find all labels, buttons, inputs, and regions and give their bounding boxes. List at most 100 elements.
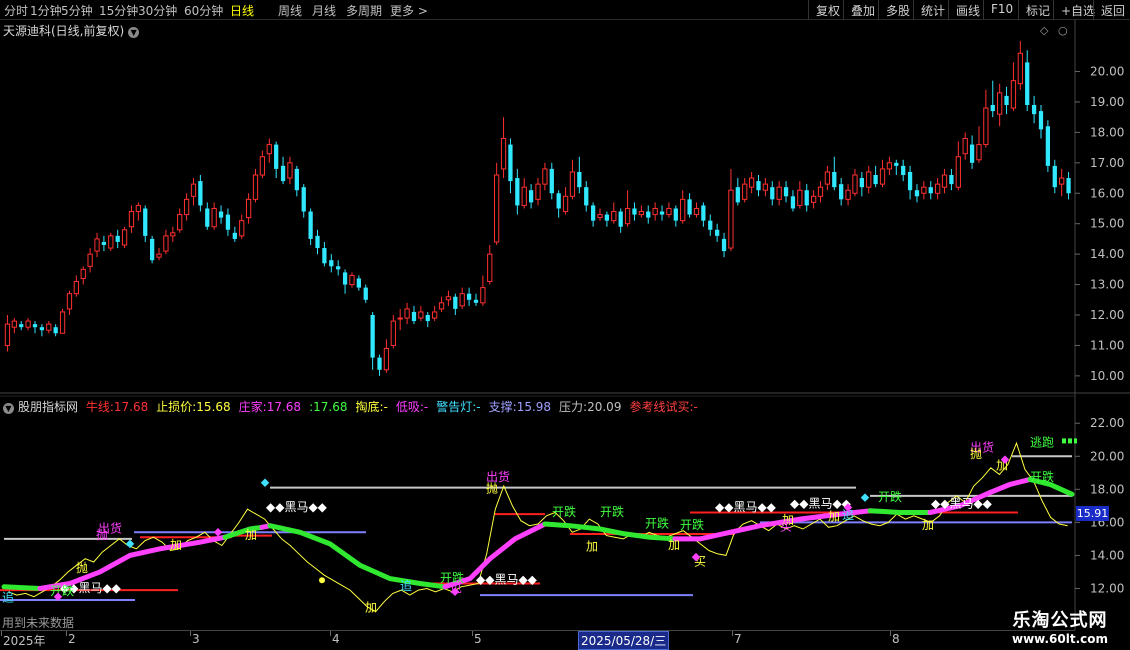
- candle-body: [4, 323, 11, 346]
- price-label: 10.00: [1090, 369, 1124, 383]
- signal-throw: 抛: [486, 481, 498, 496]
- signal-escape: 逃跑: [1030, 435, 1054, 449]
- indicator-field-7: 支撑:15.98: [489, 400, 555, 414]
- sub-price-label: 14.00: [1090, 548, 1124, 562]
- candle-body: [817, 186, 824, 197]
- candle-body: [432, 311, 438, 319]
- price-label: 20.00: [1090, 65, 1124, 79]
- candle-body: [308, 211, 313, 239]
- candle-body: [983, 107, 989, 146]
- indicator-field-label: 低吸:: [395, 400, 424, 414]
- candle-body: [170, 232, 176, 237]
- candle-body: [955, 156, 961, 188]
- candle-body: [735, 187, 740, 203]
- candle-body: [445, 296, 452, 301]
- signal-marker: [213, 528, 223, 537]
- candle-body: [701, 205, 706, 221]
- candle-body: [94, 238, 100, 252]
- signal-throw: 抛: [96, 527, 108, 542]
- candle-body: [500, 137, 507, 170]
- candle-body: [108, 235, 114, 249]
- candle-body: [128, 211, 135, 228]
- candle-body: [259, 156, 266, 176]
- candle-body: [156, 253, 162, 258]
- candle-body: [53, 327, 58, 334]
- candle-body: [894, 162, 899, 166]
- indicator-field-value: -: [476, 400, 481, 414]
- candle-body: [618, 211, 623, 227]
- trend-line-segment: [867, 508, 933, 515]
- signal-blackhorse: ◆◆黑马◆◆: [715, 500, 777, 514]
- indicator-field-9: 参考线试买:-: [629, 400, 701, 414]
- candle-body: [466, 293, 472, 300]
- signal-chase: 追: [400, 578, 412, 593]
- candle-body: [879, 168, 886, 185]
- candle-body: [322, 248, 327, 264]
- candle-body: [150, 238, 155, 261]
- candle-body: [1052, 165, 1057, 188]
- candle-body: [245, 198, 252, 219]
- candle-body: [873, 175, 878, 185]
- candle-body: [473, 299, 479, 303]
- indicator-field-3: :17.68: [309, 400, 351, 414]
- date-axis-tick: 7: [734, 632, 742, 646]
- sub-price-label: 20.00: [1090, 449, 1124, 463]
- date-axis-tick-mark: [330, 631, 331, 636]
- watermark-url: www.60lt.com: [1011, 632, 1109, 646]
- indicator-field-label: 庄家:: [238, 400, 267, 414]
- candle-body: [1038, 111, 1044, 130]
- candle-body: [941, 174, 948, 188]
- dropdown-icon[interactable]: ▼: [3, 403, 14, 414]
- candle-body: [990, 105, 995, 112]
- candle-body: [1045, 126, 1051, 166]
- candle-body: [301, 187, 306, 212]
- signal-mai: 买: [780, 520, 792, 534]
- candle-body: [418, 311, 424, 319]
- candle-body: [487, 253, 493, 283]
- candle-body: [205, 208, 210, 227]
- candle-body: [515, 178, 520, 206]
- date-axis-tick: 3: [192, 632, 200, 646]
- candle-body: [521, 186, 527, 206]
- candle-body: [797, 189, 803, 206]
- date-axis-tick: 2: [68, 632, 76, 646]
- candle-body: [721, 238, 727, 252]
- signal-blackhorse: ◆◆黑马◆◆: [931, 497, 993, 511]
- candle-body: [143, 208, 148, 236]
- candle-body: [949, 175, 954, 185]
- candle-body: [1010, 80, 1017, 109]
- candle-body: [708, 220, 713, 230]
- indicator-field-5: 低吸:-: [396, 400, 432, 414]
- escape-marker: [1068, 438, 1072, 444]
- date-axis-tick-mark: [732, 631, 733, 636]
- candle-body: [611, 211, 617, 222]
- price-label: 15.00: [1090, 217, 1124, 231]
- candle-body: [810, 195, 817, 203]
- date-axis: 2025年2345678: [0, 630, 1075, 650]
- candle-body: [39, 327, 45, 331]
- price-label: 11.00: [1090, 338, 1124, 352]
- candle-body: [453, 296, 458, 309]
- signal-marker: [860, 493, 870, 502]
- candle-body: [218, 211, 224, 218]
- candle-body: [121, 229, 128, 246]
- candle-body: [859, 178, 864, 188]
- candle-body: [349, 274, 355, 286]
- indicator-field-label: 参考线试买:: [629, 400, 694, 414]
- current-price-tag: 15.91: [1076, 506, 1109, 521]
- indicator-field-value: 15.68: [196, 400, 231, 414]
- candle-body: [597, 214, 603, 219]
- indicator-field-label: 止损价:: [156, 400, 197, 414]
- candle-body: [584, 187, 589, 206]
- candle-body: [480, 287, 486, 304]
- indicator-field-4: 掏底:-: [355, 400, 391, 414]
- signal-open_fall: 开跌: [645, 515, 669, 530]
- candle-body: [280, 165, 286, 182]
- candle-body: [397, 317, 403, 320]
- sub-price-label: 18.00: [1090, 482, 1124, 496]
- date-axis-tick-mark: [472, 631, 473, 636]
- candle-body: [329, 260, 334, 267]
- candle-body: [1066, 178, 1071, 194]
- price-label: 16.00: [1090, 186, 1124, 200]
- candle-body: [549, 168, 554, 194]
